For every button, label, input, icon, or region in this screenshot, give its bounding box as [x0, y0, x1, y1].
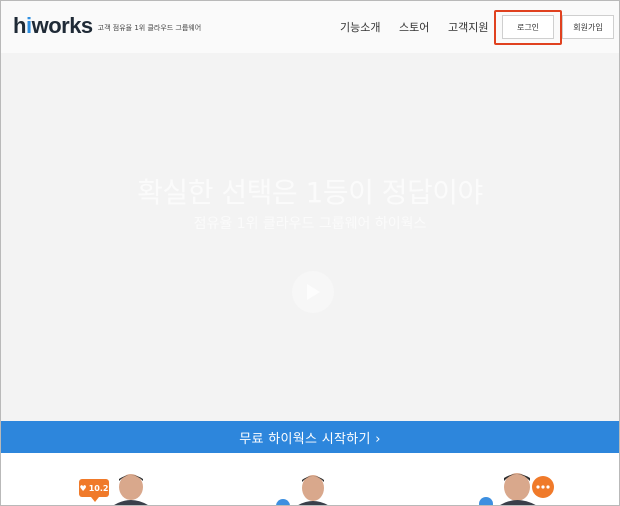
start-free-button[interactable]: 무료 하이웍스 시작하기 ›: [1, 421, 619, 453]
person-image-middle: [298, 475, 328, 505]
hero-title: 확실한 선택은 1등이 정답이야: [137, 176, 483, 209]
play-video-button[interactable]: [292, 271, 334, 313]
play-icon: [307, 284, 320, 300]
browser-frame: hiworks 고객 점유율 1위 클라우드 그룹웨어 기능소개 스토어 고객지…: [0, 0, 620, 506]
hero-subtitle: 점유율 1위 클라우드 그룹웨어 하이웍스: [193, 216, 427, 232]
more-dots-icon: [532, 476, 554, 498]
site-header: hiworks 고객 점유율 1위 클라우드 그룹웨어 기능소개 스토어 고객지…: [1, 1, 619, 53]
mail-icon: [479, 497, 493, 505]
logo-tagline: 고객 점유율 1위 클라우드 그룹웨어: [97, 24, 202, 32]
nav-features[interactable]: 기능소개: [340, 19, 380, 35]
like-badge: ♥ 10.2: [79, 479, 109, 502]
promo-section: ♥ 10.2: [1, 453, 619, 505]
hiworks-logo[interactable]: hiworks 고객 점유율 1위 클라우드 그룹웨어: [13, 12, 201, 38]
login-button[interactable]: 로그인: [502, 15, 554, 39]
logo-wordmark: hiworks: [13, 13, 93, 38]
nav-store[interactable]: 스토어: [399, 19, 429, 35]
signup-button[interactable]: 회원가입: [562, 15, 614, 39]
heart-icon: ♥: [79, 483, 87, 493]
calendar-icon: [276, 499, 290, 505]
person-image-left: [114, 474, 148, 505]
hero-banner: 확실한 선택은 1등이 정답이야 점유율 1위 클라우드 그룹웨어 하이웍스: [1, 53, 619, 421]
like-count: 10.2: [88, 483, 109, 493]
nav-support[interactable]: 고객지원: [448, 19, 488, 35]
